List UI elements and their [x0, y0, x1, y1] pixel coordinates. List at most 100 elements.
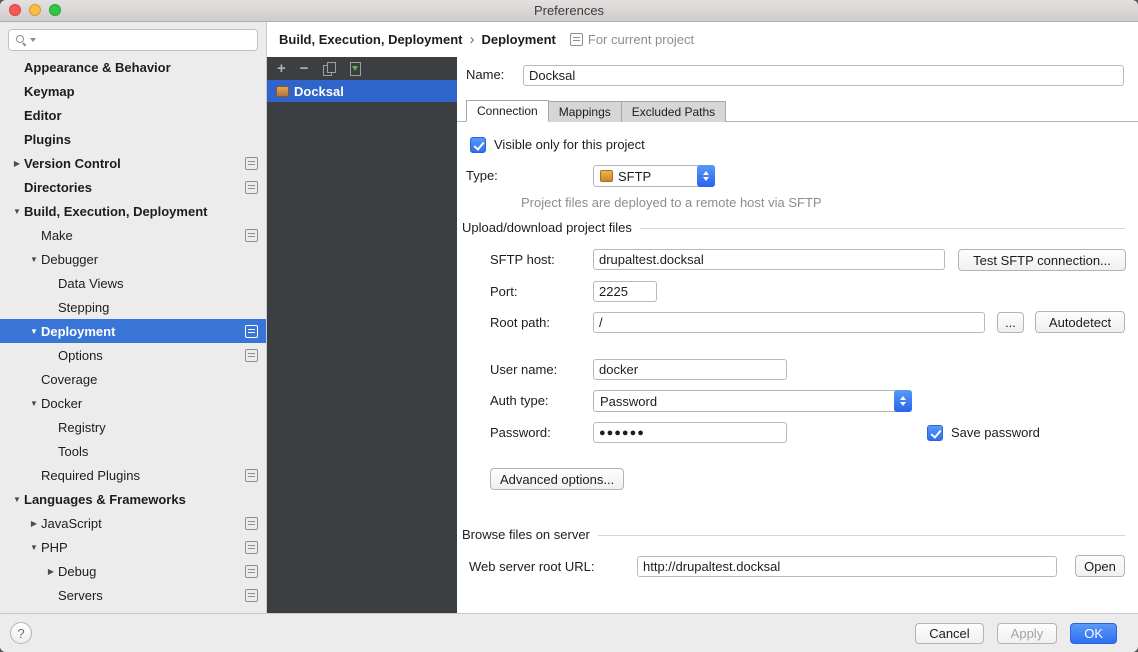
breadcrumb-parent[interactable]: Build, Execution, Deployment: [279, 32, 462, 47]
sidebar-item-label: PHP: [41, 540, 245, 555]
password-input[interactable]: [593, 422, 787, 443]
search-history-caret-icon[interactable]: [30, 38, 36, 42]
sidebar-item-directories[interactable]: Directories: [0, 175, 266, 199]
sftp-host-label: SFTP host:: [490, 251, 555, 269]
cancel-button[interactable]: Cancel: [915, 623, 983, 644]
sidebar-item-label: Options: [58, 348, 245, 363]
sidebar-item-label: Directories: [24, 180, 245, 195]
select-stepper-icon: [894, 390, 912, 412]
sidebar-item-label: Data Views: [58, 276, 258, 291]
sidebar-item-deployment[interactable]: ▼Deployment: [0, 319, 266, 343]
sidebar-item-make[interactable]: Make: [0, 223, 266, 247]
sidebar-item-required-plugins[interactable]: Required Plugins: [0, 463, 266, 487]
project-scope-icon: [245, 181, 258, 194]
preferences-window: Preferences Appearance & BehaviorKeymapE…: [0, 0, 1138, 652]
project-scope-icon: [570, 33, 583, 46]
settings-search-input[interactable]: [39, 33, 251, 48]
sidebar-item-version-control[interactable]: ▶Version Control: [0, 151, 266, 175]
auth-type-select-value: Password: [600, 394, 657, 409]
name-label: Name:: [466, 66, 504, 84]
sidebar-item-stepping[interactable]: Stepping: [0, 295, 266, 319]
type-select[interactable]: SFTP: [593, 165, 715, 187]
advanced-options-button[interactable]: Advanced options...: [490, 468, 624, 490]
password-label: Password:: [490, 424, 551, 442]
chevron-down-icon[interactable]: ▼: [27, 543, 41, 552]
sidebar-item-label: Tools: [58, 444, 258, 459]
auth-type-select[interactable]: Password: [593, 390, 912, 412]
select-stepper-icon: [697, 165, 715, 187]
project-scope-icon: [245, 541, 258, 554]
close-window-button[interactable]: [9, 4, 21, 16]
sidebar-item-label: Debugger: [41, 252, 258, 267]
sidebar-item-languages-frameworks[interactable]: ▼Languages & Frameworks: [0, 487, 266, 511]
add-server-icon[interactable]: +: [277, 61, 286, 76]
sidebar-item-label: Plugins: [24, 132, 258, 147]
browse-root-button[interactable]: ...: [997, 312, 1024, 333]
autodetect-button[interactable]: Autodetect: [1035, 311, 1125, 333]
port-input[interactable]: [593, 281, 657, 302]
web-root-input[interactable]: [637, 556, 1057, 577]
sidebar-item-registry[interactable]: Registry: [0, 415, 266, 439]
sidebar-item-editor[interactable]: Editor: [0, 103, 266, 127]
sidebar-item-debugger[interactable]: ▼Debugger: [0, 247, 266, 271]
chevron-down-icon[interactable]: ▼: [27, 255, 41, 264]
minimize-window-button[interactable]: [29, 4, 41, 16]
sidebar-item-php[interactable]: ▼PHP: [0, 535, 266, 559]
help-button[interactable]: ?: [10, 622, 32, 644]
remove-server-icon[interactable]: −: [300, 61, 309, 76]
browse-section-title: Browse files on server: [462, 526, 590, 544]
chevron-down-icon[interactable]: ▼: [10, 207, 24, 216]
save-password-label[interactable]: Save password: [951, 424, 1040, 442]
scope-label: For current project: [588, 32, 694, 47]
user-name-input[interactable]: [593, 359, 787, 380]
chevron-down-icon[interactable]: ▼: [27, 327, 41, 336]
name-input[interactable]: [523, 65, 1124, 86]
settings-tree: Appearance & BehaviorKeymapEditor Plugins…: [0, 55, 266, 607]
sidebar-item-label: Required Plugins: [41, 468, 245, 483]
auth-type-label: Auth type:: [490, 392, 549, 410]
sidebar-item-label: Deployment: [41, 324, 245, 339]
sidebar-item-debug[interactable]: ▶Debug: [0, 559, 266, 583]
apply-button[interactable]: Apply: [997, 623, 1058, 644]
sidebar-item-build-execution-deployment[interactable]: ▼Build, Execution, Deployment: [0, 199, 266, 223]
sidebar-item-servers[interactable]: Servers: [0, 583, 266, 607]
tab-connection[interactable]: Connection: [466, 100, 549, 122]
chevron-down-icon[interactable]: ▼: [27, 399, 41, 408]
sidebar-item-javascript[interactable]: ▶JavaScript: [0, 511, 266, 535]
settings-search[interactable]: [8, 29, 258, 51]
sidebar-item-options[interactable]: Options: [0, 343, 266, 367]
sidebar-item-label: Coverage: [41, 372, 258, 387]
sidebar-item-data-views[interactable]: Data Views: [0, 271, 266, 295]
sidebar-item-label: JavaScript: [41, 516, 245, 531]
sidebar-item-keymap[interactable]: Keymap: [0, 79, 266, 103]
ok-button[interactable]: OK: [1070, 623, 1117, 644]
port-label: Port:: [490, 283, 517, 301]
tab-excluded-paths[interactable]: Excluded Paths: [621, 101, 726, 122]
breadcrumb-current[interactable]: Deployment: [481, 32, 555, 47]
chevron-right-icon[interactable]: ▶: [27, 519, 41, 528]
visible-project-label[interactable]: Visible only for this project: [494, 136, 645, 154]
server-list-item[interactable]: Docksal: [267, 80, 457, 102]
copy-server-icon[interactable]: [323, 62, 335, 75]
zoom-window-button[interactable]: [49, 4, 61, 16]
visible-project-checkbox[interactable]: [470, 137, 486, 153]
sidebar-item-appearance-behavior[interactable]: Appearance & Behavior: [0, 55, 266, 79]
root-path-input[interactable]: [593, 312, 985, 333]
sidebar-item-tools[interactable]: Tools: [0, 439, 266, 463]
sidebar-item-coverage[interactable]: Coverage: [0, 367, 266, 391]
chevron-right-icon[interactable]: ▶: [10, 159, 24, 168]
save-password-checkbox[interactable]: [927, 425, 943, 441]
window-controls: [9, 4, 61, 16]
sidebar-item-label: Languages & Frameworks: [24, 492, 258, 507]
import-server-icon[interactable]: [349, 62, 361, 75]
deployment-settings-panel: Name: Connection Mappings Excluded Paths…: [457, 57, 1138, 613]
section-rule: [598, 535, 1125, 536]
chevron-down-icon[interactable]: ▼: [10, 495, 24, 504]
open-button[interactable]: Open: [1075, 555, 1125, 577]
chevron-right-icon[interactable]: ▶: [44, 567, 58, 576]
test-sftp-connection-button[interactable]: Test SFTP connection...: [958, 249, 1126, 271]
sidebar-item-plugins[interactable]: Plugins: [0, 127, 266, 151]
tab-mappings[interactable]: Mappings: [548, 101, 622, 122]
sidebar-item-docker[interactable]: ▼Docker: [0, 391, 266, 415]
sftp-host-input[interactable]: [593, 249, 945, 270]
